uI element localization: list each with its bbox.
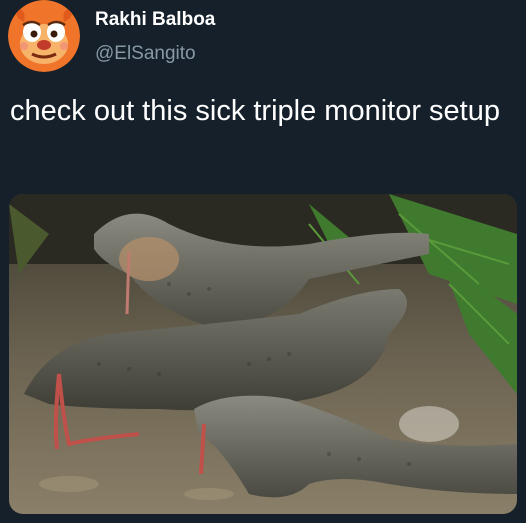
tweet-photo[interactable] [9, 194, 517, 514]
avatar[interactable] [8, 0, 80, 72]
author-display-name[interactable]: Rakhi Balboa [95, 8, 215, 32]
cartoon-character-avatar-icon [8, 0, 80, 72]
tweet-text: check out this sick triple monitor setup [10, 95, 500, 127]
tweet-card: Rakhi Balboa @ElSangito check out this s… [0, 0, 526, 523]
author-handle[interactable]: @ElSangito [95, 42, 196, 66]
monitor-lizards-photo [9, 194, 517, 514]
